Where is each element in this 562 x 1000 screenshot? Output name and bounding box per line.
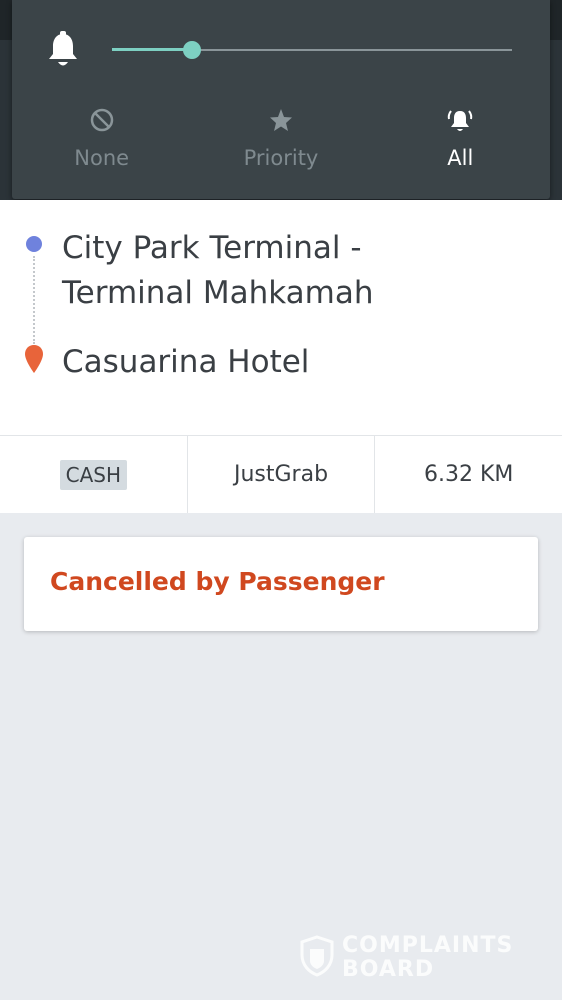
payment-cell: CASH (0, 436, 187, 513)
mode-none-button[interactable]: None (12, 100, 191, 180)
watermark-text-line2: BOARD (342, 957, 435, 982)
dropoff-pin-icon (25, 345, 43, 373)
route-card: City Park Terminal - Terminal Mahkamah C… (0, 200, 562, 435)
volume-slider-fill (112, 48, 192, 51)
mode-priority-button[interactable]: Priority (191, 100, 370, 180)
trip-distance: 6.32 KM (374, 436, 562, 513)
block-icon (88, 106, 116, 134)
mode-all-button[interactable]: All (371, 100, 550, 180)
watermark-logo: COMPLAINTS BOARD (300, 933, 520, 983)
bell-ringing-icon (446, 106, 474, 134)
volume-slider[interactable] (112, 38, 512, 62)
trip-status-card: Cancelled by Passenger (24, 537, 538, 631)
shield-icon (300, 935, 334, 977)
star-icon (267, 106, 295, 134)
pickup-location: City Park Terminal - Terminal Mahkamah (62, 230, 374, 311)
mode-none-label: None (74, 146, 130, 170)
payment-method-badge: CASH (59, 459, 128, 490)
trip-status-text: Cancelled by Passenger (50, 567, 385, 596)
watermark-text-line1: COMPLAINTS (342, 933, 514, 958)
bell-icon[interactable] (46, 30, 80, 70)
pickup-dot-icon (26, 236, 42, 252)
volume-slider-thumb[interactable] (183, 41, 201, 59)
mode-all-label: All (447, 146, 474, 170)
interruption-mode-selector: None Priority All (12, 100, 550, 180)
notification-quick-settings-panel: None Priority All (12, 0, 550, 199)
dropoff-location: Casuarina Hotel (62, 344, 310, 380)
mode-priority-label: Priority (243, 146, 319, 170)
route-connector-line (33, 256, 35, 344)
trip-info-row: CASH JustGrab 6.32 KM (0, 435, 562, 513)
service-type: JustGrab (186, 436, 375, 513)
